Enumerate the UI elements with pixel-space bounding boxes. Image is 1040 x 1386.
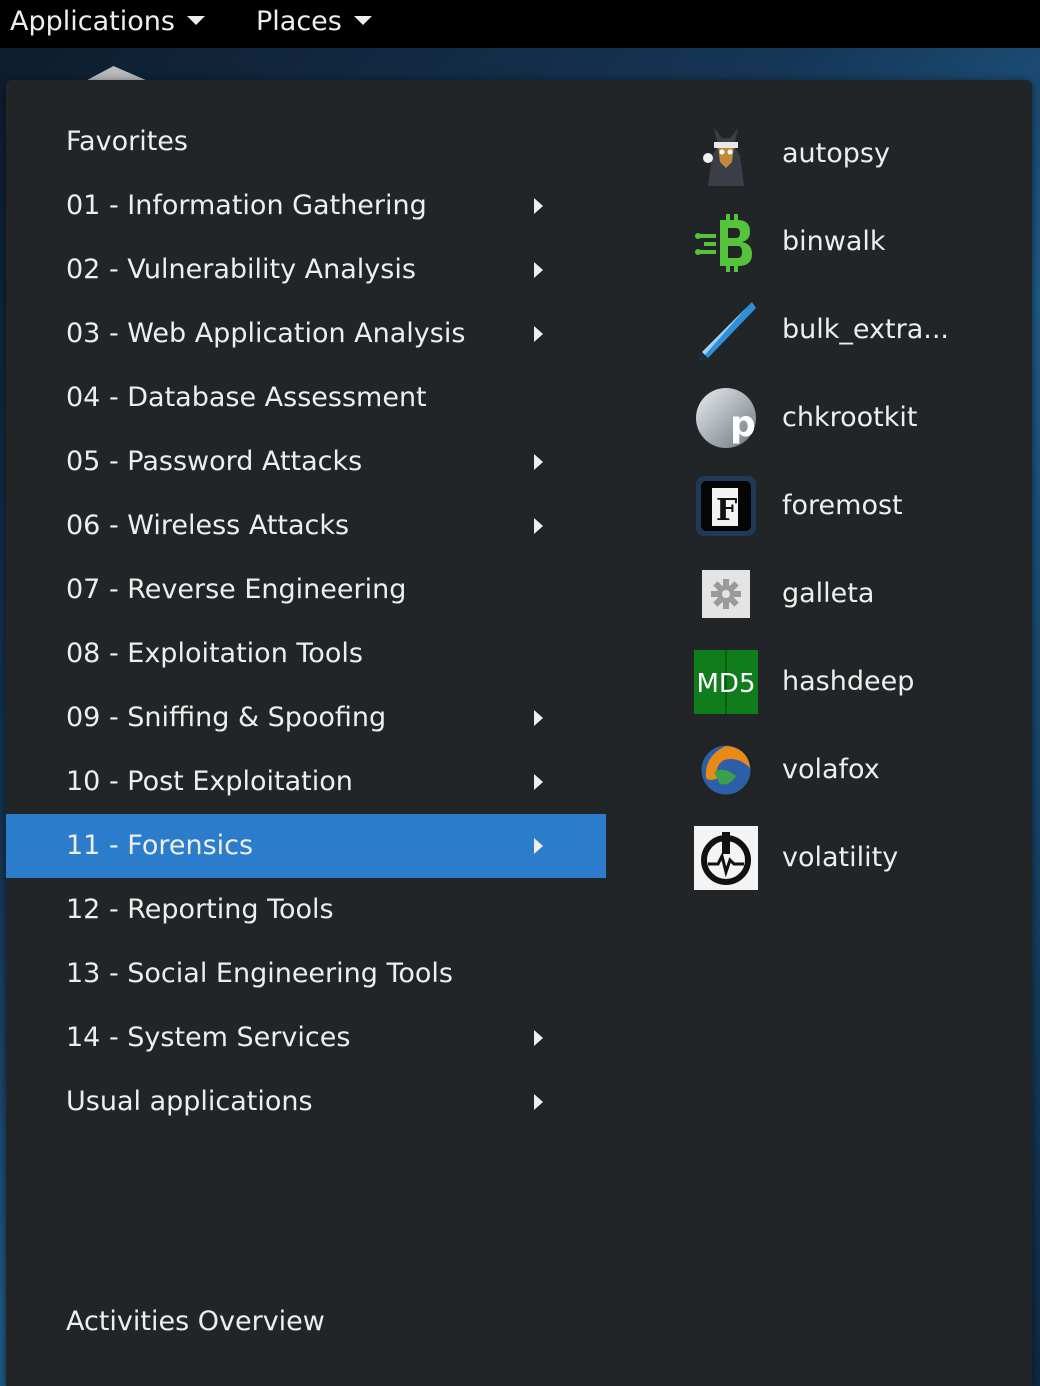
category-item[interactable]: 13 - Social Engineering Tools	[6, 942, 606, 1006]
category-label: 04 - Database Assessment	[66, 382, 427, 413]
app-item-autopsy[interactable]: autopsy	[692, 110, 1012, 198]
hashdeep-icon-text: MD5	[697, 669, 756, 699]
chevron-right-icon	[534, 838, 543, 854]
category-label: 10 - Post Exploitation	[66, 766, 353, 797]
app-name: galleta	[782, 578, 875, 609]
category-item[interactable]: 07 - Reverse Engineering	[6, 558, 606, 622]
applications-menu-label: Applications	[10, 6, 175, 37]
foremost-icon-letter: F	[716, 493, 737, 528]
chevron-down-icon	[353, 16, 372, 25]
category-item[interactable]: 08 - Exploitation Tools	[6, 622, 606, 686]
hashdeep-icon: MD5	[694, 650, 758, 714]
category-label: 13 - Social Engineering Tools	[66, 958, 453, 989]
category-label: 06 - Wireless Attacks	[66, 510, 350, 541]
category-label: 03 - Web Application Analysis	[66, 318, 466, 349]
category-label: 11 - Forensics	[66, 830, 254, 861]
app-item-binwalk[interactable]: binwalk	[692, 198, 1012, 286]
category-item[interactable]: 14 - System Services	[6, 1006, 606, 1070]
category-label: Usual applications	[66, 1086, 313, 1117]
app-name: hashdeep	[782, 666, 915, 697]
category-item[interactable]: 04 - Database Assessment	[6, 366, 606, 430]
category-item[interactable]: 09 - Sniffing & Spoofing	[6, 686, 606, 750]
category-label: 09 - Sniffing & Spoofing	[66, 702, 387, 733]
app-name: volafox	[782, 754, 880, 785]
binwalk-icon	[695, 214, 752, 272]
volafox-icon	[698, 742, 754, 798]
app-name: autopsy	[782, 138, 890, 169]
app-item-bulk-extractor[interactable]: bulk_extra...	[692, 286, 1012, 374]
chevron-right-icon	[534, 518, 543, 534]
category-item[interactable]: Usual applications	[6, 1070, 606, 1134]
app-item-foremost[interactable]: F foremost	[692, 462, 1012, 550]
category-item[interactable]: 01 - Information Gathering	[6, 174, 606, 238]
chevron-right-icon	[534, 262, 543, 278]
applications-popup: Favorites 01 - Information Gathering 02 …	[6, 80, 1032, 1386]
chevron-right-icon	[534, 198, 543, 214]
app-item-volatility[interactable]: volatility	[692, 814, 1012, 902]
chevron-right-icon	[534, 454, 543, 470]
category-item[interactable]: 06 - Wireless Attacks	[6, 494, 606, 558]
foremost-icon: F	[696, 476, 756, 536]
activities-overview-button[interactable]: Activities Overview	[66, 1306, 325, 1337]
places-menu-label: Places	[256, 6, 342, 37]
app-name: chkrootkit	[782, 402, 918, 433]
galleta-icon	[702, 570, 750, 618]
autopsy-icon	[703, 128, 744, 186]
category-label: 14 - System Services	[66, 1022, 351, 1053]
category-label: 05 - Password Attacks	[66, 446, 363, 477]
top-bar: Applications Places	[0, 0, 1040, 48]
category-item[interactable]: 10 - Post Exploitation	[6, 750, 606, 814]
chkrootkit-icon: p	[696, 388, 756, 448]
chkrootkit-icon-letter: p	[730, 404, 756, 445]
app-item-volafox[interactable]: volafox	[692, 726, 1012, 814]
chevron-right-icon	[534, 1030, 543, 1046]
app-name: binwalk	[782, 226, 886, 257]
category-label: 02 - Vulnerability Analysis	[66, 254, 416, 285]
chevron-down-icon	[186, 16, 205, 25]
app-name: volatility	[782, 842, 899, 873]
category-label: Favorites	[66, 126, 188, 157]
chevron-right-icon	[534, 710, 543, 726]
category-item[interactable]: Favorites	[6, 110, 606, 174]
category-item[interactable]: 02 - Vulnerability Analysis	[6, 238, 606, 302]
category-label: 12 - Reporting Tools	[66, 894, 334, 925]
category-label: 01 - Information Gathering	[66, 190, 427, 221]
category-item[interactable]: 05 - Password Attacks	[6, 430, 606, 494]
category-item[interactable]: 03 - Web Application Analysis	[6, 302, 606, 366]
app-name: foremost	[782, 490, 903, 521]
category-label: 08 - Exploitation Tools	[66, 638, 363, 669]
places-menu[interactable]: Places	[256, 0, 372, 44]
chevron-right-icon	[534, 326, 543, 342]
app-item-hashdeep[interactable]: MD5 hashdeep	[692, 638, 1012, 726]
chevron-right-icon	[534, 774, 543, 790]
applications-menu[interactable]: Applications	[10, 0, 205, 44]
volatility-icon	[694, 826, 758, 890]
app-item-galleta[interactable]: galleta	[692, 550, 1012, 638]
app-name: bulk_extra...	[782, 314, 949, 345]
category-item[interactable]: 12 - Reporting Tools	[6, 878, 606, 942]
bulk-extractor-icon	[700, 302, 756, 360]
chevron-right-icon	[534, 1094, 543, 1110]
category-label: 07 - Reverse Engineering	[66, 574, 407, 605]
category-item-forensics[interactable]: 11 - Forensics	[6, 814, 606, 878]
app-item-chkrootkit[interactable]: p chkrootkit	[692, 374, 1012, 462]
